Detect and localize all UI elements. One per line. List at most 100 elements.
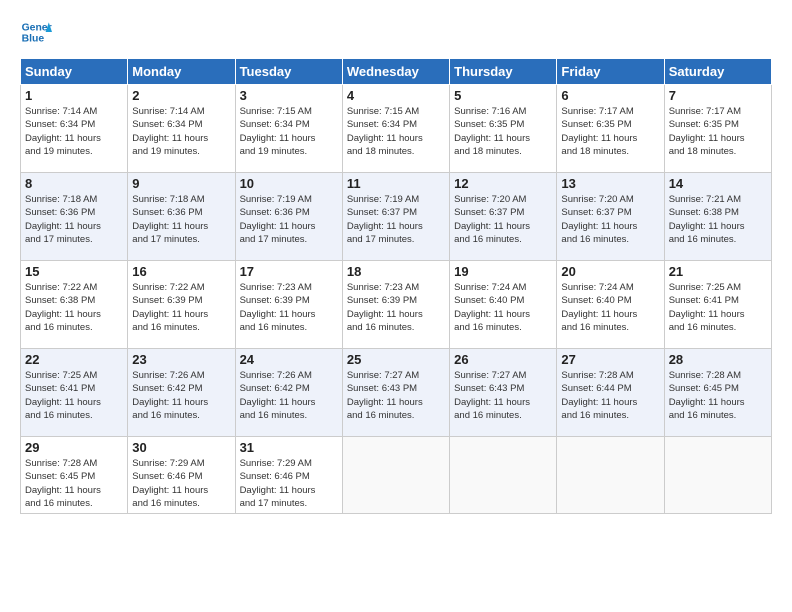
day-number: 1 xyxy=(25,88,123,103)
day-info: Sunrise: 7:27 AM Sunset: 6:43 PM Dayligh… xyxy=(347,369,445,422)
day-info: Sunrise: 7:23 AM Sunset: 6:39 PM Dayligh… xyxy=(240,281,338,334)
header: General Blue xyxy=(20,16,772,48)
calendar-cell: 21 Sunrise: 7:25 AM Sunset: 6:41 PM Dayli… xyxy=(664,261,771,349)
day-number: 6 xyxy=(561,88,659,103)
day-number: 26 xyxy=(454,352,552,367)
calendar-cell: 14Sunrise: 7:21 AM Sunset: 6:38 PM Dayli… xyxy=(664,173,771,261)
day-number: 7 xyxy=(669,88,767,103)
weekday-header: Thursday xyxy=(450,59,557,85)
calendar-cell xyxy=(342,437,449,514)
day-info: Sunrise: 7:24 AM Sunset: 6:40 PM Dayligh… xyxy=(454,281,552,334)
day-number: 23 xyxy=(132,352,230,367)
day-info: Sunrise: 7:23 AM Sunset: 6:39 PM Dayligh… xyxy=(347,281,445,334)
day-info: Sunrise: 7:15 AM Sunset: 6:34 PM Dayligh… xyxy=(347,105,445,158)
calendar-cell: 7 Sunrise: 7:17 AM Sunset: 6:35 PM Daylig… xyxy=(664,85,771,173)
calendar-cell: 18 Sunrise: 7:23 AM Sunset: 6:39 PM Dayli… xyxy=(342,261,449,349)
svg-text:Blue: Blue xyxy=(22,34,45,45)
day-info: Sunrise: 7:17 AM Sunset: 6:35 PM Dayligh… xyxy=(561,105,659,158)
day-info: Sunrise: 7:29 AM Sunset: 6:46 PM Dayligh… xyxy=(240,457,338,510)
day-number: 28 xyxy=(669,352,767,367)
calendar-cell: 20Sunrise: 7:24 AM Sunset: 6:40 PM Dayli… xyxy=(557,261,664,349)
calendar-cell: 19Sunrise: 7:24 AM Sunset: 6:40 PM Dayli… xyxy=(450,261,557,349)
day-info: Sunrise: 7:18 AM Sunset: 6:36 PM Dayligh… xyxy=(25,193,123,246)
day-info: Sunrise: 7:19 AM Sunset: 6:37 PM Dayligh… xyxy=(347,193,445,246)
day-number: 15 xyxy=(25,264,123,279)
calendar-cell: 8 Sunrise: 7:18 AM Sunset: 6:36 PM Daylig… xyxy=(21,173,128,261)
calendar-cell: 9 Sunrise: 7:18 AM Sunset: 6:36 PM Daylig… xyxy=(128,173,235,261)
day-info: Sunrise: 7:28 AM Sunset: 6:44 PM Dayligh… xyxy=(561,369,659,422)
calendar-cell: 11 Sunrise: 7:19 AM Sunset: 6:37 PM Dayli… xyxy=(342,173,449,261)
calendar-cell: 15 Sunrise: 7:22 AM Sunset: 6:38 PM Dayli… xyxy=(21,261,128,349)
day-number: 10 xyxy=(240,176,338,191)
day-info: Sunrise: 7:28 AM Sunset: 6:45 PM Dayligh… xyxy=(25,457,123,510)
calendar-cell: 1 Sunrise: 7:14 AM Sunset: 6:34 PM Daylig… xyxy=(21,85,128,173)
day-info: Sunrise: 7:21 AM Sunset: 6:38 PM Dayligh… xyxy=(669,193,767,246)
day-number: 5 xyxy=(454,88,552,103)
day-info: Sunrise: 7:16 AM Sunset: 6:35 PM Dayligh… xyxy=(454,105,552,158)
day-info: Sunrise: 7:29 AM Sunset: 6:46 PM Dayligh… xyxy=(132,457,230,510)
day-info: Sunrise: 7:20 AM Sunset: 6:37 PM Dayligh… xyxy=(561,193,659,246)
day-number: 17 xyxy=(240,264,338,279)
day-info: Sunrise: 7:22 AM Sunset: 6:38 PM Dayligh… xyxy=(25,281,123,334)
calendar-cell: 2 Sunrise: 7:14 AM Sunset: 6:34 PM Daylig… xyxy=(128,85,235,173)
day-number: 20 xyxy=(561,264,659,279)
day-info: Sunrise: 7:19 AM Sunset: 6:36 PM Dayligh… xyxy=(240,193,338,246)
day-number: 31 xyxy=(240,440,338,455)
day-info: Sunrise: 7:27 AM Sunset: 6:43 PM Dayligh… xyxy=(454,369,552,422)
calendar-cell: 10 Sunrise: 7:19 AM Sunset: 6:36 PM Dayli… xyxy=(235,173,342,261)
day-number: 29 xyxy=(25,440,123,455)
calendar-cell: 16Sunrise: 7:22 AM Sunset: 6:39 PM Dayli… xyxy=(128,261,235,349)
calendar-cell: 3 Sunrise: 7:15 AM Sunset: 6:34 PM Daylig… xyxy=(235,85,342,173)
day-number: 11 xyxy=(347,176,445,191)
day-info: Sunrise: 7:28 AM Sunset: 6:45 PM Dayligh… xyxy=(669,369,767,422)
weekday-header: Tuesday xyxy=(235,59,342,85)
day-info: Sunrise: 7:26 AM Sunset: 6:42 PM Dayligh… xyxy=(240,369,338,422)
day-info: Sunrise: 7:14 AM Sunset: 6:34 PM Dayligh… xyxy=(132,105,230,158)
calendar-cell xyxy=(557,437,664,514)
calendar-cell: 29 Sunrise: 7:28 AM Sunset: 6:45 PM Dayli… xyxy=(21,437,128,514)
day-info: Sunrise: 7:25 AM Sunset: 6:41 PM Dayligh… xyxy=(669,281,767,334)
day-info: Sunrise: 7:17 AM Sunset: 6:35 PM Dayligh… xyxy=(669,105,767,158)
day-number: 9 xyxy=(132,176,230,191)
weekday-header: Saturday xyxy=(664,59,771,85)
calendar-cell: 31 Sunrise: 7:29 AM Sunset: 6:46 PM Dayli… xyxy=(235,437,342,514)
weekday-header: Monday xyxy=(128,59,235,85)
calendar-cell: 24 Sunrise: 7:26 AM Sunset: 6:42 PM Dayli… xyxy=(235,349,342,437)
day-info: Sunrise: 7:25 AM Sunset: 6:41 PM Dayligh… xyxy=(25,369,123,422)
day-number: 13 xyxy=(561,176,659,191)
calendar-cell: 26 Sunrise: 7:27 AM Sunset: 6:43 PM Dayli… xyxy=(450,349,557,437)
day-info: Sunrise: 7:26 AM Sunset: 6:42 PM Dayligh… xyxy=(132,369,230,422)
calendar-cell: 4Sunrise: 7:15 AM Sunset: 6:34 PM Daylig… xyxy=(342,85,449,173)
logo-icon: General Blue xyxy=(20,16,52,48)
calendar-cell xyxy=(450,437,557,514)
day-number: 8 xyxy=(25,176,123,191)
day-number: 25 xyxy=(347,352,445,367)
page: General Blue SundayMondayTuesdayWednesda… xyxy=(0,0,792,612)
weekday-header: Wednesday xyxy=(342,59,449,85)
weekday-header: Sunday xyxy=(21,59,128,85)
day-number: 16 xyxy=(132,264,230,279)
day-number: 27 xyxy=(561,352,659,367)
calendar-cell: 28 Sunrise: 7:28 AM Sunset: 6:45 PM Dayli… xyxy=(664,349,771,437)
day-number: 12 xyxy=(454,176,552,191)
weekday-header: Friday xyxy=(557,59,664,85)
day-number: 22 xyxy=(25,352,123,367)
day-number: 3 xyxy=(240,88,338,103)
day-number: 18 xyxy=(347,264,445,279)
calendar-cell: 5 Sunrise: 7:16 AM Sunset: 6:35 PM Daylig… xyxy=(450,85,557,173)
day-number: 30 xyxy=(132,440,230,455)
day-number: 24 xyxy=(240,352,338,367)
calendar-cell xyxy=(664,437,771,514)
day-info: Sunrise: 7:18 AM Sunset: 6:36 PM Dayligh… xyxy=(132,193,230,246)
calendar-cell: 25 Sunrise: 7:27 AM Sunset: 6:43 PM Dayli… xyxy=(342,349,449,437)
day-info: Sunrise: 7:14 AM Sunset: 6:34 PM Dayligh… xyxy=(25,105,123,158)
calendar-cell: 27 Sunrise: 7:28 AM Sunset: 6:44 PM Dayli… xyxy=(557,349,664,437)
calendar-cell: 22 Sunrise: 7:25 AM Sunset: 6:41 PM Dayli… xyxy=(21,349,128,437)
day-info: Sunrise: 7:20 AM Sunset: 6:37 PM Dayligh… xyxy=(454,193,552,246)
calendar-cell: 13 Sunrise: 7:20 AM Sunset: 6:37 PM Dayli… xyxy=(557,173,664,261)
day-info: Sunrise: 7:15 AM Sunset: 6:34 PM Dayligh… xyxy=(240,105,338,158)
calendar-cell: 17 Sunrise: 7:23 AM Sunset: 6:39 PM Dayli… xyxy=(235,261,342,349)
calendar: SundayMondayTuesdayWednesdayThursdayFrid… xyxy=(20,58,772,514)
day-number: 21 xyxy=(669,264,767,279)
day-number: 2 xyxy=(132,88,230,103)
